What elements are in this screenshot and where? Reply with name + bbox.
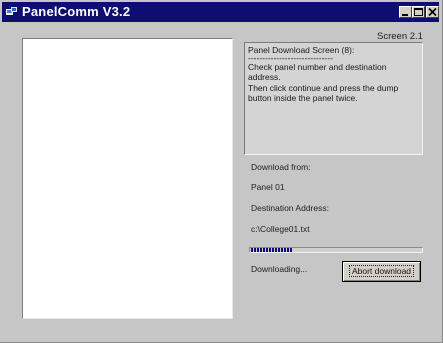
instructions-divider: ------------------------------ — [248, 55, 333, 63]
download-from-value: Panel 01 — [251, 182, 285, 192]
window-title: PanelComm V3.2 — [22, 4, 131, 19]
download-progress-bar — [249, 247, 423, 253]
main-window: PanelComm V3.2 Screen 2.1 Panel Download… — [0, 0, 443, 343]
title-bar[interactable]: PanelComm V3.2 — [2, 2, 439, 22]
close-button[interactable] — [426, 6, 439, 18]
abort-download-button[interactable]: Abort download — [342, 261, 421, 282]
maximize-icon — [414, 8, 423, 16]
download-status: Downloading... — [251, 264, 308, 274]
abort-download-label: Abort download — [348, 265, 415, 277]
minimize-icon — [402, 14, 408, 16]
instructions-line-2: Then click continue and press the dump b… — [248, 82, 399, 103]
instructions-heading: Panel Download Screen (8): — [248, 45, 355, 55]
maximize-button[interactable] — [412, 6, 425, 18]
download-from-label: Download from: — [251, 162, 311, 172]
destination-address-value: c:\College01.txt — [251, 224, 310, 234]
destination-address-label: Destination Address: — [251, 203, 329, 213]
progress-fill — [251, 248, 292, 252]
screen-label: Screen 2.1 — [377, 31, 423, 42]
close-icon — [428, 7, 437, 17]
minimize-button[interactable] — [399, 6, 412, 18]
output-text-area[interactable] — [22, 38, 233, 319]
instructions-box: Panel Download Screen (8): -------------… — [244, 42, 423, 155]
app-icon — [6, 7, 17, 15]
instructions-line-1: Check panel number and destination addre… — [248, 62, 387, 83]
